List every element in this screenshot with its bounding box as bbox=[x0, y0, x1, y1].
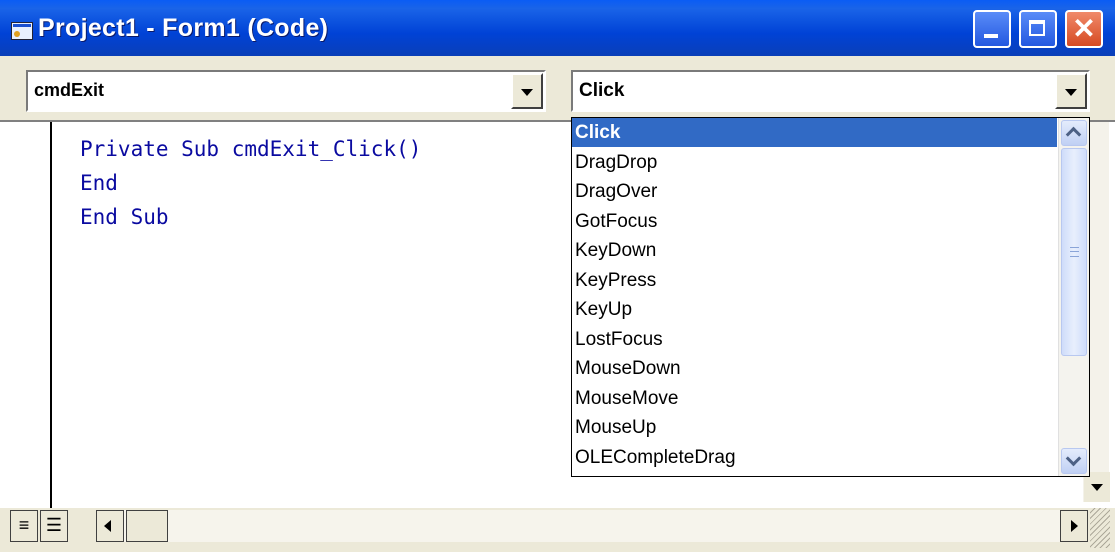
dropdown-item-olecompletedrag[interactable]: OLECompleteDrag bbox=[572, 443, 1057, 472]
sub-name: cmdExit_Click() bbox=[219, 137, 422, 161]
object-dropdown-button[interactable] bbox=[511, 73, 543, 109]
code-line-1: Private Sub cmdExit_Click() bbox=[80, 132, 421, 166]
dropdown-scrollbar[interactable] bbox=[1058, 118, 1089, 476]
horizontal-scroll-thumb[interactable] bbox=[126, 510, 168, 542]
maximize-icon bbox=[1029, 20, 1045, 36]
dropdown-item-lostfocus[interactable]: LostFocus bbox=[572, 325, 1057, 354]
procedure-combo[interactable]: Click bbox=[571, 70, 1090, 112]
dropdown-scroll-down-button[interactable] bbox=[1061, 448, 1087, 474]
keyword-private-sub: Private Sub bbox=[80, 137, 220, 161]
procedure-dropdown-list[interactable]: Click DragDrop DragOver GotFocus KeyDown KeyP… bbox=[571, 117, 1090, 477]
dropdown-item-keyup[interactable]: KeyUp bbox=[572, 295, 1057, 324]
dropdown-item-keydown[interactable]: KeyDown bbox=[572, 236, 1057, 265]
dropdown-item-click[interactable]: Click bbox=[572, 118, 1057, 147]
grip-icon bbox=[1070, 247, 1079, 257]
dropdown-scroll-thumb[interactable] bbox=[1061, 148, 1087, 356]
close-button[interactable]: ✕ bbox=[1065, 10, 1103, 48]
maximize-button[interactable] bbox=[1019, 10, 1057, 48]
dropdown-item-dragover[interactable]: DragOver bbox=[572, 177, 1057, 206]
dropdown-item-mousemove[interactable]: MouseMove bbox=[572, 384, 1057, 413]
procedure-view-button[interactable]: ≡ bbox=[10, 510, 38, 542]
code-text[interactable]: Private Sub cmdExit_Click() End End Sub bbox=[80, 132, 421, 234]
dropdown-item-gotfocus[interactable]: GotFocus bbox=[572, 207, 1057, 236]
dropdown-item-keypress[interactable]: KeyPress bbox=[572, 266, 1057, 295]
dropdown-scroll-up-button[interactable] bbox=[1061, 120, 1087, 146]
minimize-icon bbox=[984, 34, 998, 38]
scroll-left-button[interactable] bbox=[96, 510, 124, 542]
code-line-3: End Sub bbox=[80, 205, 169, 229]
object-combo-value: cmdExit bbox=[34, 80, 105, 100]
form-icon[interactable] bbox=[11, 22, 33, 40]
dropdown-item-mouseup[interactable]: MouseUp bbox=[572, 413, 1057, 442]
scroll-right-button[interactable] bbox=[1060, 510, 1088, 542]
code-line-2: End bbox=[80, 171, 118, 195]
close-icon: ✕ bbox=[1072, 13, 1096, 44]
title-bar[interactable]: Project1 - Form1 (Code) ✕ bbox=[0, 0, 1115, 56]
window-title: Project1 - Form1 (Code) bbox=[38, 14, 329, 42]
procedure-combo-value: Click bbox=[579, 80, 625, 101]
code-window: Project1 - Form1 (Code) ✕ cmdExit Click … bbox=[0, 0, 1115, 552]
minimize-button[interactable] bbox=[973, 10, 1011, 48]
object-combo[interactable]: cmdExit bbox=[26, 70, 546, 112]
margin-indicator-bar[interactable] bbox=[6, 122, 52, 512]
dropdown-item-dragdrop[interactable]: DragDrop bbox=[572, 148, 1057, 177]
procedure-dropdown-button[interactable] bbox=[1055, 73, 1087, 109]
horizontal-scrollbar[interactable] bbox=[100, 510, 1060, 542]
resize-grip[interactable] bbox=[1090, 508, 1110, 548]
dropdown-item-mousedown[interactable]: MouseDown bbox=[572, 354, 1057, 383]
full-module-view-button[interactable]: ☰ bbox=[40, 510, 68, 542]
